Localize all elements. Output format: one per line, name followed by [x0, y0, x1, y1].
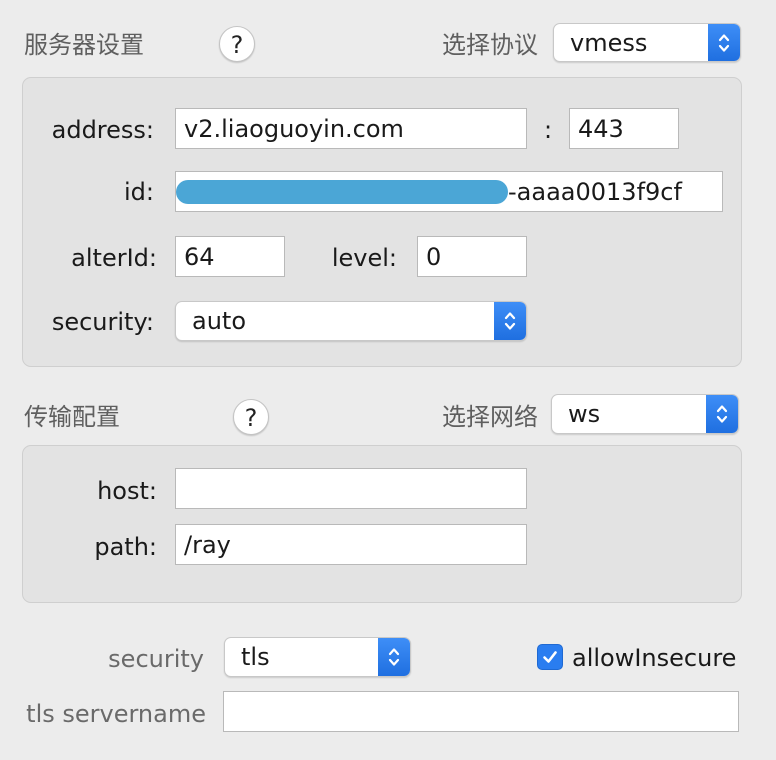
host-field[interactable] — [175, 468, 527, 509]
tls-security-label: security — [108, 645, 204, 673]
id-field[interactable]: -aaaa0013f9cf — [175, 171, 723, 212]
server-help-button[interactable]: ? — [219, 26, 255, 62]
protocol-select[interactable]: vmess — [553, 23, 741, 62]
tls-servername-label: tls servername — [26, 700, 206, 728]
alterid-field[interactable]: 64 — [175, 236, 285, 277]
allow-insecure-checkbox[interactable] — [537, 644, 563, 670]
protocol-select-value: vmess — [570, 28, 648, 57]
updown-chevron-icon — [494, 302, 526, 340]
address-label: address: — [51, 116, 154, 144]
updown-chevron-icon — [706, 395, 738, 433]
level-field[interactable]: 0 — [417, 236, 527, 277]
server-section-title: 服务器设置 — [24, 31, 144, 59]
network-label: 选择网络 — [442, 403, 538, 431]
security-select[interactable]: auto — [175, 301, 527, 341]
tls-security-select-value: tls — [241, 643, 270, 671]
tls-security-select[interactable]: tls — [224, 637, 411, 677]
network-select[interactable]: ws — [551, 394, 739, 434]
security-select-value: auto — [192, 307, 247, 335]
redaction-mark — [176, 179, 508, 204]
transport-help-button[interactable]: ? — [233, 399, 269, 435]
checkmark-icon — [543, 651, 557, 663]
security-label: security: — [51, 308, 154, 336]
updown-chevron-icon — [378, 638, 410, 676]
id-field-visible-text: -aaaa0013f9cf — [508, 177, 682, 206]
network-select-value: ws — [568, 400, 601, 428]
allow-insecure-label[interactable]: allowInsecure — [572, 643, 736, 673]
level-label: level: — [331, 244, 397, 272]
alterid-label: alterId: — [71, 244, 157, 272]
updown-chevron-icon — [708, 24, 740, 61]
id-label: id: — [124, 178, 154, 206]
protocol-label: 选择协议 — [442, 31, 538, 59]
transport-section-title: 传输配置 — [24, 403, 120, 431]
address-port-colon: : — [543, 116, 553, 144]
tls-servername-field[interactable] — [223, 691, 739, 732]
host-label: host: — [97, 477, 157, 505]
port-field[interactable]: 443 — [569, 108, 679, 149]
address-field[interactable]: v2.liaoguoyin.com — [175, 108, 527, 149]
path-label: path: — [94, 533, 157, 561]
path-field[interactable]: /ray — [175, 524, 527, 565]
